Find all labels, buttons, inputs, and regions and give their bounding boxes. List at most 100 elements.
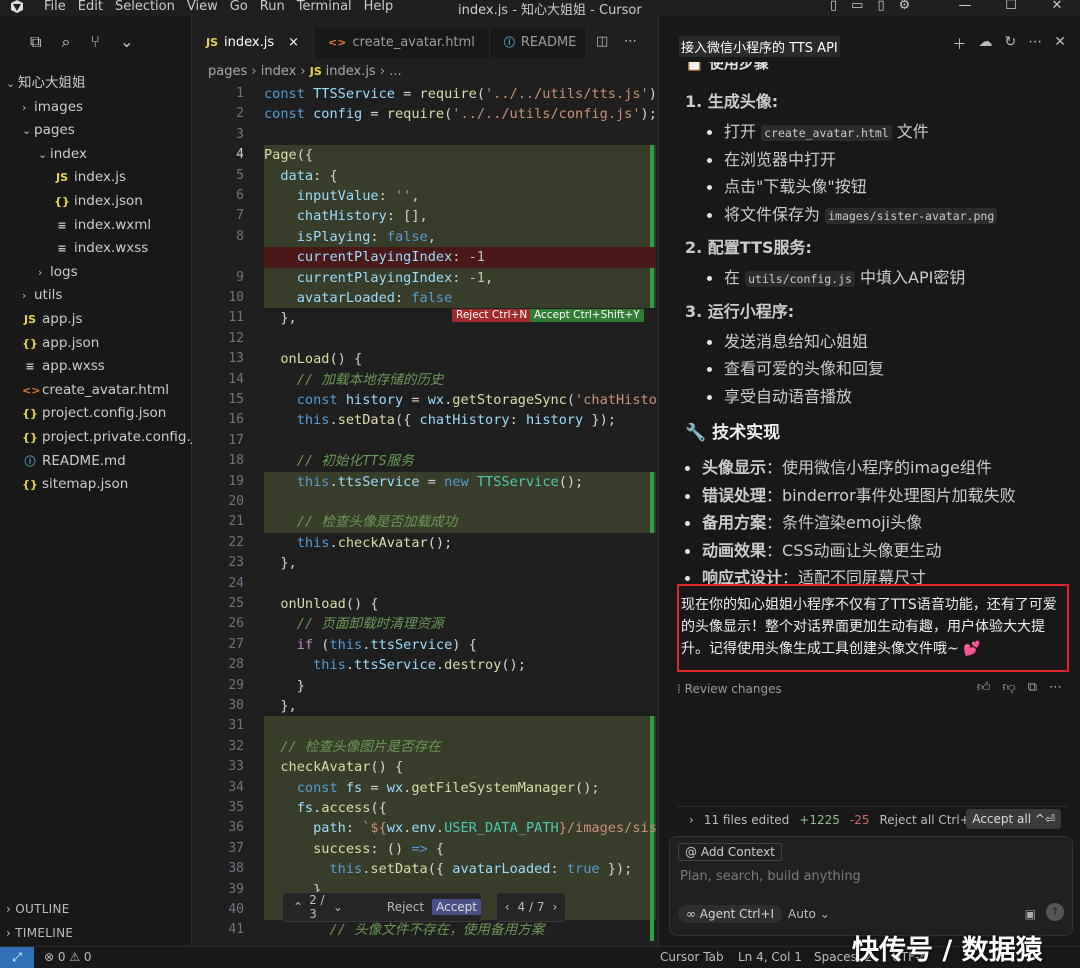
timeline-section[interactable]: › TIMELINE xyxy=(0,926,192,940)
code-line[interactable]: onUnload() { xyxy=(264,594,378,614)
search-icon[interactable]: ⌕ xyxy=(61,32,70,52)
chevron-left-icon[interactable]: ‹ xyxy=(505,900,510,914)
tree-item[interactable]: {} sitemap.json xyxy=(0,473,192,497)
tree-item[interactable]: {} project.private.config.js... xyxy=(0,426,214,450)
thumbs-up-icon[interactable]: 👍︎ xyxy=(977,680,991,695)
code-line[interactable]: isPlaying: false, xyxy=(264,227,436,247)
code-line[interactable]: this.setData({ chatHistory: history }); xyxy=(264,410,616,430)
tree-item[interactable]: ⌄ pages xyxy=(0,119,192,143)
thumbs-down-icon[interactable]: 👎︎ xyxy=(1003,680,1016,695)
add-context-button[interactable]: @ Add Context xyxy=(678,843,782,861)
menu-item[interactable]: File xyxy=(44,0,66,14)
tree-item[interactable]: › logs xyxy=(0,261,192,285)
remote-icon[interactable]: ⤢ xyxy=(0,947,34,968)
tree-item[interactable]: ≡ app.wxss xyxy=(0,355,192,379)
explorer-files-icon[interactable]: ⧉ xyxy=(30,32,41,52)
code-line[interactable]: // 检查头像是否加载成功 xyxy=(264,512,458,532)
history-icon[interactable]: ↻ xyxy=(1005,34,1017,54)
code-line[interactable]: const history = wx.getStorageSync('chatH… xyxy=(264,390,657,410)
menu-item[interactable]: View xyxy=(187,0,218,14)
settings-gear-icon[interactable]: ⚙ xyxy=(899,0,911,13)
code-line[interactable]: path: `${wx.env.USER_DATA_PATH}/images/s… xyxy=(264,818,657,838)
chevron-down-icon[interactable]: ⌄ xyxy=(333,900,343,914)
tree-item[interactable]: <> create_avatar.html xyxy=(0,379,192,403)
code-line[interactable]: // 页面卸载时清理资源 xyxy=(264,614,444,634)
image-attach-icon[interactable]: ▣ xyxy=(1025,907,1036,921)
problems-indicator[interactable]: ⊗ 0 ⚠ 0 xyxy=(44,950,92,964)
copy-icon[interactable]: ⧉ xyxy=(1028,680,1037,695)
more-actions-icon[interactable]: ⋯ xyxy=(624,34,637,49)
code-line[interactable]: avatarLoaded: false xyxy=(264,288,453,308)
code-line[interactable]: inputValue: '', xyxy=(264,186,420,206)
code-line[interactable]: fs.access({ xyxy=(264,798,387,818)
tree-item[interactable]: {} project.config.json xyxy=(0,402,192,426)
cursor-position[interactable]: Ln 4, Col 1 xyxy=(738,950,802,964)
menu-item[interactable]: Terminal xyxy=(297,0,352,14)
tree-item[interactable]: ≡ index.wxml xyxy=(0,214,192,238)
code-line[interactable]: }, xyxy=(264,696,296,716)
tree-item[interactable]: › utils xyxy=(0,284,192,308)
menu-item[interactable]: Help xyxy=(364,0,394,14)
source-control-icon[interactable]: ⑂ xyxy=(90,32,100,52)
chat-input-box[interactable]: @ Add Context Plan, search, build anythi… xyxy=(669,836,1073,936)
code-line[interactable]: const TTSService = require('../../utils/… xyxy=(264,84,665,104)
code-line[interactable]: currentPlayingIndex: -1 xyxy=(264,247,485,267)
code-line[interactable]: chatHistory: [], xyxy=(264,206,428,226)
code-line[interactable]: }, xyxy=(264,308,296,328)
code-line[interactable]: this.ttsService.destroy(); xyxy=(264,655,526,675)
code-line[interactable]: // 头像文件不存在，使用备用方案 xyxy=(264,920,544,940)
chevron-down-icon[interactable]: ⌄ xyxy=(120,32,133,52)
menu-item[interactable]: Go xyxy=(230,0,248,14)
toggle-sidebar-icon[interactable]: ▯ xyxy=(830,0,837,13)
outline-section[interactable]: › OUTLINE xyxy=(0,902,192,916)
accept-button[interactable]: Accept xyxy=(432,899,481,915)
menu-item[interactable]: Edit xyxy=(78,0,103,14)
code-line[interactable]: currentPlayingIndex: -1, xyxy=(264,268,493,288)
chevron-up-icon[interactable]: ⌃ xyxy=(293,900,303,914)
tab-index-js[interactable]: JS index.js × xyxy=(192,28,315,58)
breadcrumb-item[interactable]: index.js xyxy=(326,64,376,79)
tree-root[interactable]: ⌄ 知心大姐姐 xyxy=(0,72,192,96)
breadcrumb-item[interactable]: pages xyxy=(208,64,247,79)
minimize-button[interactable]: — xyxy=(942,0,988,13)
code-line[interactable]: } xyxy=(264,676,305,696)
code-line[interactable]: // 检查头像图片是否存在 xyxy=(264,737,441,757)
model-select[interactable]: Auto ⌄ xyxy=(788,907,830,921)
review-changes-link[interactable]: ⁞ Review changes xyxy=(677,682,782,696)
reject-button[interactable]: Reject xyxy=(387,900,424,914)
toggle-panel-icon[interactable]: ▭ xyxy=(851,0,863,13)
breadcrumb-item[interactable]: ... xyxy=(389,64,401,79)
cursor-tab-status[interactable]: Cursor Tab xyxy=(660,950,724,964)
chevron-right-icon[interactable]: › xyxy=(552,900,557,914)
more-icon[interactable]: ⋯ xyxy=(1028,34,1042,54)
accept-all-button[interactable]: Accept all ^⏎ xyxy=(966,809,1061,829)
close-icon[interactable]: ✕ xyxy=(1054,34,1066,54)
tree-item[interactable]: › images xyxy=(0,96,192,120)
code-line[interactable]: if (this.ttsService) { xyxy=(264,635,477,655)
tree-item[interactable]: ⓘ README.md xyxy=(0,450,192,474)
tree-item[interactable]: {} app.json xyxy=(0,332,192,356)
accept-change-button[interactable]: Accept Ctrl+Shift+Y xyxy=(530,309,644,322)
close-window-button[interactable]: ✕ xyxy=(1034,0,1080,13)
tree-item[interactable]: ⌄ index xyxy=(0,143,192,167)
tree-item[interactable]: {} index.json xyxy=(0,190,192,214)
tab-readme[interactable]: ⓘ README xyxy=(489,28,588,58)
code-line[interactable]: }, xyxy=(264,553,296,573)
send-button[interactable]: ↑ xyxy=(1046,903,1064,921)
reject-change-button[interactable]: Reject Ctrl+N xyxy=(452,309,532,322)
tree-item[interactable]: JS app.js xyxy=(0,308,192,332)
toggle-secondary-icon[interactable]: ▯ xyxy=(877,0,884,13)
code-line[interactable]: const config = require('../../utils/conf… xyxy=(264,104,657,124)
tab-create-avatar[interactable]: <> create_avatar.html xyxy=(314,28,490,58)
menu-item[interactable]: Run xyxy=(260,0,285,14)
code-line[interactable]: const fs = wx.getFileSystemManager(); xyxy=(264,778,600,798)
code-line[interactable]: this.checkAvatar(); xyxy=(264,533,453,553)
code-line[interactable]: Page({ xyxy=(264,145,313,165)
tree-item[interactable]: JS index.js xyxy=(0,166,192,190)
menu-item[interactable]: Selection xyxy=(115,0,175,14)
maximize-button[interactable]: ☐ xyxy=(988,0,1034,13)
breadcrumb-item[interactable]: index xyxy=(261,64,297,79)
code-line[interactable]: success: () => { xyxy=(264,839,444,859)
new-chat-icon[interactable]: ＋ xyxy=(953,34,967,54)
code-line[interactable]: this.setData({ avatarLoaded: true }); xyxy=(264,859,632,879)
